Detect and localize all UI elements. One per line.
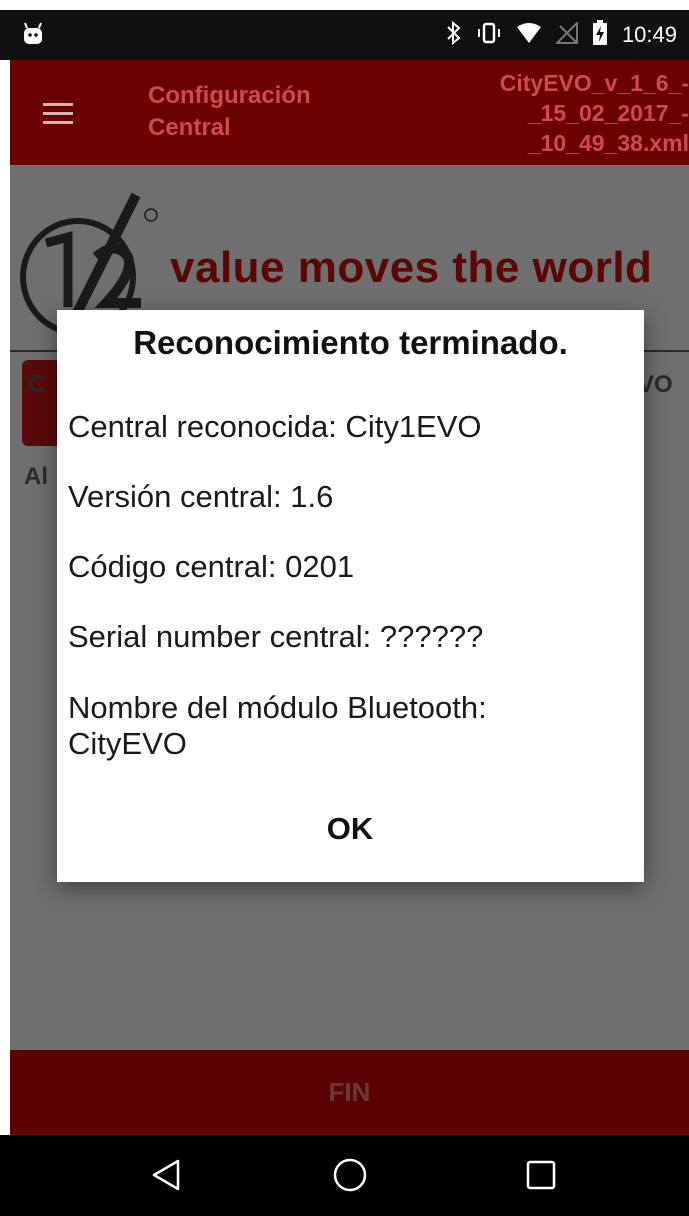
recognition-dialog: Reconocimiento terminado. Central recono…: [57, 310, 644, 882]
fin-button[interactable]: FIN: [10, 1050, 689, 1135]
screen: 10:49 Configuración Central CityEVO_v_1_…: [0, 0, 689, 1216]
central-version-text: Versión central: 1.6: [68, 479, 334, 514]
home-icon[interactable]: [328, 1153, 372, 1197]
android-icon: [22, 22, 44, 51]
bluetooth-module-text: Nombre del módulo Bluetooth: CityEVO: [68, 690, 487, 761]
wifi-icon: [516, 22, 542, 49]
bluetooth-icon: [446, 20, 462, 51]
ok-button[interactable]: OK: [300, 804, 400, 854]
background-text-fragment: Al: [24, 463, 48, 490]
vibrate-icon: [476, 21, 502, 50]
app-bar: Configuración Central CityEVO_v_1_6_- _1…: [10, 60, 689, 165]
serial-number-text: Serial number central: ??????: [68, 619, 484, 654]
status-time: 10:49: [621, 22, 677, 47]
recents-icon[interactable]: [519, 1153, 563, 1197]
no-signal-icon: [554, 20, 578, 49]
background-text-fragment: C: [28, 371, 46, 398]
navigation-bar: [0, 1135, 689, 1216]
back-icon[interactable]: [145, 1153, 189, 1197]
menu-icon[interactable]: [43, 103, 73, 125]
config-file-name: CityEVO_v_1_6_- _15_02_2017_- _10_49_38.…: [499, 70, 689, 156]
central-code-text: Código central: 0201: [68, 549, 355, 584]
battery-charging-icon: [592, 19, 608, 51]
app-title: Configuración Central: [148, 82, 311, 141]
fin-label: FIN: [328, 1077, 371, 1107]
central-recognized-text: Central reconocida: City1EVO: [68, 409, 482, 444]
slogan: value moves the world: [170, 243, 653, 292]
status-bar: 10:49: [0, 10, 689, 60]
dialog-title: Reconocimiento terminado.: [133, 324, 568, 361]
